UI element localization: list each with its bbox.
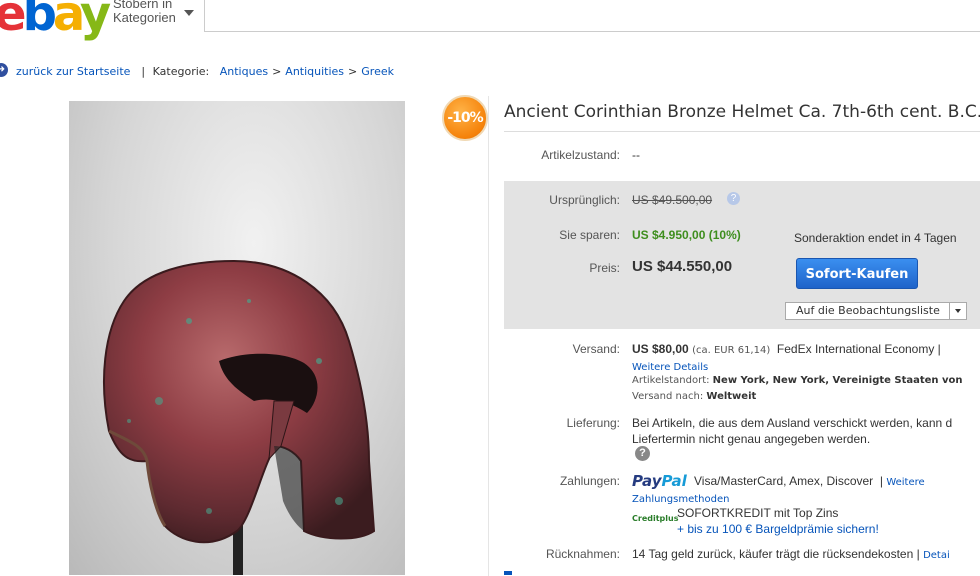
shipping-service: FedEx International Economy |	[776, 342, 941, 356]
discount-badge: -10%	[442, 95, 488, 141]
paypal-logo: PayPal	[632, 472, 687, 490]
shipping-label: Versand:	[572, 342, 620, 356]
returns-line: 14 Tag geld zurück, käufer trägt die rüc…	[632, 547, 950, 561]
more-payment-link[interactable]: Weitere	[886, 477, 924, 488]
location-value: New York, New York, Vereinigte Staaten v…	[712, 375, 963, 386]
item-title: Ancient Corinthian Bronze Helmet Ca. 7th…	[504, 102, 980, 122]
shipping-price: US $80,00	[632, 342, 689, 356]
breadcrumb-item-antiquities[interactable]: Antiquities	[285, 65, 344, 78]
original-price-value: US $49.500,00	[632, 193, 713, 207]
shipping-converted: (ca. EUR 61,14)	[692, 345, 771, 356]
browse-categories-button[interactable]: Stöbern in Kategorien	[113, 0, 176, 25]
sofortkredit-text: SOFORTKREDIT mit Top Zins	[677, 506, 839, 520]
question-icon[interactable]: ?	[727, 192, 740, 205]
back-arrow-icon[interactable]: ➜	[0, 63, 8, 77]
bonus-link[interactable]: + bis zu 100 € Bargeldprämie sichern!	[677, 522, 879, 536]
caret-down-icon[interactable]	[184, 10, 194, 16]
browse-line2: Kategorien	[113, 10, 176, 25]
condition-label: Artikelzustand:	[541, 148, 620, 162]
delivery-line1: Bei Artikeln, die aus dem Ausland versch…	[632, 416, 953, 430]
ebay-logo[interactable]: ebay	[0, 0, 111, 42]
item-photo[interactable]	[69, 101, 405, 575]
help-icon[interactable]: ?	[635, 446, 650, 461]
logo-letter-b: b	[22, 0, 57, 42]
breadcrumb-separator: >	[348, 65, 358, 78]
ships-to-line: Versand nach: Weltweit	[632, 391, 756, 402]
breadcrumb: zurück zur Startseite | Kategorie: Antiq…	[16, 65, 394, 78]
creditplus-logo: Creditplus	[632, 514, 679, 523]
more-payment-line: Zahlungsmethoden	[632, 491, 729, 505]
ships-to-value: Weltweit	[706, 391, 757, 402]
breadcrumb-item-antiques[interactable]: Antiques	[220, 65, 268, 78]
breadcrumb-item-greek[interactable]: Greek	[361, 65, 394, 78]
category-label: Kategorie:	[152, 65, 210, 78]
delivery-line2: Liefertermin nicht genau angegeben werde…	[632, 432, 871, 446]
price-value: US $44.550,00	[632, 258, 733, 275]
payment-sep: |	[879, 474, 883, 488]
search-input[interactable]	[204, 0, 980, 32]
payment-label: Zahlungen:	[559, 474, 620, 488]
watchlist-dropdown-icon[interactable]	[949, 302, 967, 320]
shipping-details-link[interactable]: Weitere Details	[632, 362, 708, 373]
ships-to-label: Versand nach:	[632, 391, 704, 402]
payment-methods-line: Visa/MasterCard, Amex, Discover | Weiter…	[694, 474, 925, 488]
returns-text: 14 Tag geld zurück, käufer trägt die rüc…	[632, 547, 920, 561]
payment-methods: Visa/MasterCard, Amex, Discover	[694, 474, 874, 488]
paypal-text-pay: Pay	[632, 472, 662, 490]
logo-letter-y: y	[79, 0, 111, 42]
logo-letter-a: a	[52, 0, 84, 42]
original-price-label: Ursprünglich:	[549, 193, 620, 207]
returns-details-link[interactable]: Detai	[923, 550, 950, 561]
breadcrumb-divider: |	[137, 65, 146, 78]
shipping-details-line: Weitere Details	[632, 359, 708, 373]
delivery-label: Lieferung:	[566, 416, 620, 430]
column-divider	[488, 96, 489, 576]
logo-letter-e: e	[0, 0, 27, 42]
add-to-watchlist-button[interactable]: Auf die Beobachtungsliste	[785, 302, 967, 320]
location-label: Artikelstandort:	[632, 375, 710, 386]
promo-text: Sonderaktion endet in 4 Tagen	[794, 231, 957, 245]
buy-now-button[interactable]: Sofort-Kaufen	[796, 258, 918, 289]
location-line: Artikelstandort: New York, New York, Ver…	[632, 375, 963, 386]
savings-label: Sie sparen:	[559, 228, 620, 242]
savings-value: US $4.950,00 (10%)	[632, 228, 741, 242]
shipping-line: US $80,00 (ca. EUR 61,14) FedEx Internat…	[632, 342, 941, 356]
more-payment-methods-link[interactable]: Zahlungsmethoden	[632, 494, 729, 505]
helmet-image	[103, 259, 376, 575]
paypal-text-pal: Pal	[661, 472, 687, 490]
title-divider	[504, 131, 980, 132]
bottom-tab-marker	[504, 571, 512, 575]
breadcrumb-separator: >	[272, 65, 282, 78]
back-to-home-link[interactable]: zurück zur Startseite	[16, 65, 130, 78]
price-label: Preis:	[589, 261, 620, 275]
condition-value: --	[632, 148, 640, 162]
returns-label: Rücknahmen:	[545, 547, 620, 561]
